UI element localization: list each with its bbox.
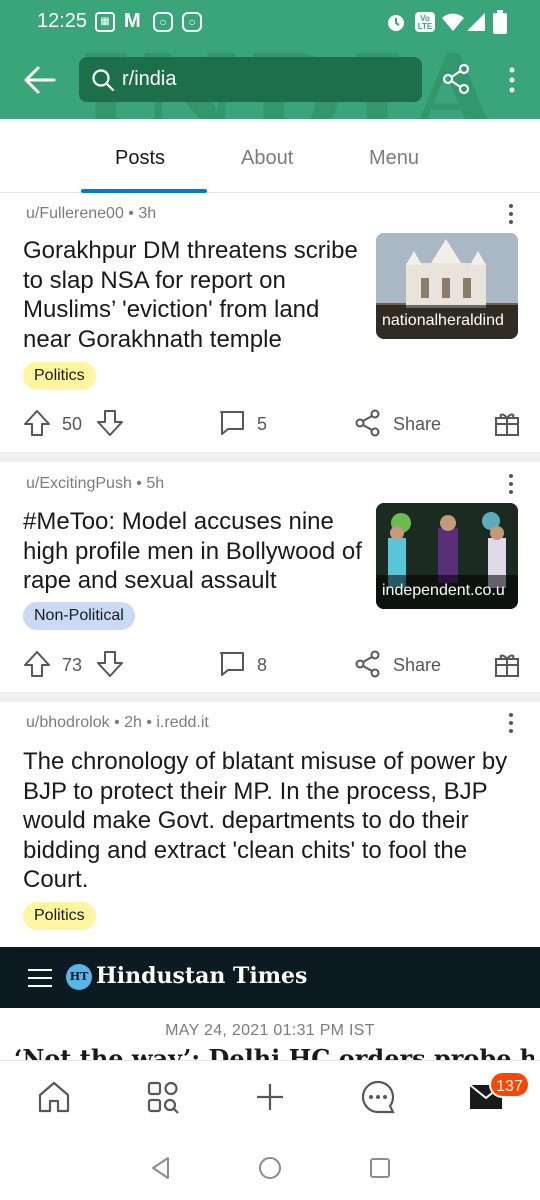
comment-icon[interactable] [218, 409, 246, 437]
post-title[interactable]: The chronology of blatant misuse of powe… [23, 747, 523, 895]
divider [0, 452, 540, 462]
subreddit-header: INDIA 12:25 ▦ M ○ ○ VoLTE r/india [0, 0, 540, 119]
communities-icon[interactable] [145, 1079, 181, 1115]
tab-about[interactable]: About [241, 147, 293, 170]
award-icon[interactable] [493, 409, 521, 437]
article-date: MAY 24, 2021 01:31 PM IST [165, 1022, 375, 1039]
home-icon[interactable] [36, 1079, 72, 1115]
share-label[interactable]: Share [393, 414, 441, 435]
post-card[interactable]: u/bhodrolok • 2h • i.redd.it The chronol… [0, 702, 540, 947]
search-text: r/india [122, 68, 177, 90]
status-bar: 12:25 ▦ M ○ ○ Vo LTE [0, 0, 540, 46]
post-card[interactable]: u/ExcitingPush • 5h #MeToo: Model accuse… [0, 462, 540, 692]
downvote-icon[interactable] [96, 650, 124, 678]
share-label[interactable]: Share [393, 655, 441, 676]
post-meta[interactable]: u/bhodrolok • 2h • i.redd.it [26, 714, 209, 732]
post-actions: 73 8 Share [0, 645, 540, 685]
post-actions: 50 5 Share [0, 404, 540, 444]
ht-logo-badge: HT [66, 964, 92, 990]
vote-count: 50 [62, 414, 83, 434]
post-meta[interactable]: u/ExcitingPush • 5h [26, 475, 164, 493]
post-flair[interactable]: Politics [23, 902, 96, 930]
comment-icon[interactable] [218, 650, 246, 678]
system-navigation [0, 1138, 540, 1200]
signal-icon [467, 13, 485, 31]
upvote-icon[interactable] [23, 409, 51, 437]
share-icon[interactable] [354, 409, 382, 437]
inbox-badge: 137 [489, 1071, 530, 1098]
post-title[interactable]: #MeToo: Model accuses nine high profile … [23, 507, 368, 596]
instagram-icon: ○ [182, 12, 202, 32]
tab-menu[interactable]: Menu [369, 147, 419, 170]
search-input[interactable]: r/india [79, 57, 422, 102]
thumbnail-domain: independent.co.u [376, 575, 518, 609]
status-time: 12:25 [37, 10, 88, 32]
volte-icon: Vo LTE [415, 12, 435, 32]
post-options-icon[interactable] [503, 712, 519, 734]
post-options-icon[interactable] [503, 473, 519, 495]
share-icon[interactable] [354, 650, 382, 678]
ht-logo-text: Hindustan Times [96, 963, 308, 989]
thumbnail-domain: nationalheraldind [376, 305, 518, 339]
create-post-icon[interactable] [252, 1079, 288, 1115]
back-icon[interactable] [148, 1155, 174, 1181]
comment-count[interactable]: 8 [257, 655, 267, 676]
upvote-icon[interactable] [23, 650, 51, 678]
comment-count[interactable]: 5 [257, 414, 267, 435]
subreddit-tabs: Posts About Menu [0, 119, 540, 193]
tab-posts[interactable]: Posts [115, 147, 165, 170]
downvote-icon[interactable] [96, 409, 124, 437]
gmail-icon: M [124, 10, 141, 32]
hamburger-menu-icon [28, 969, 52, 987]
post-thumbnail[interactable]: independent.co.u [376, 503, 518, 609]
post-flair[interactable]: Non-Political [23, 602, 135, 630]
bottom-navigation [0, 1060, 540, 1138]
post-meta[interactable]: u/Fullerene00 • 3h [26, 205, 156, 223]
recents-icon[interactable] [367, 1155, 393, 1181]
home-button-icon[interactable] [257, 1155, 283, 1181]
award-icon[interactable] [493, 650, 521, 678]
post-options-icon[interactable] [503, 203, 519, 225]
chat-icon[interactable] [360, 1079, 396, 1115]
post-card[interactable]: u/Fullerene00 • 3h Gorakhpur DM threaten… [0, 193, 540, 452]
calendar-icon: ▦ [95, 12, 115, 32]
post-title[interactable]: Gorakhpur DM threatens scribe to slap NS… [23, 236, 363, 354]
more-options-icon[interactable] [500, 66, 524, 94]
share-icon[interactable] [441, 63, 471, 95]
post-thumbnail[interactable]: nationalheraldind [376, 233, 518, 339]
wifi-icon [442, 13, 464, 31]
article-image-header[interactable]: HT Hindustan Times [0, 947, 540, 1008]
battery-icon [493, 10, 507, 34]
search-icon [92, 69, 115, 92]
instagram-icon: ○ [153, 12, 173, 32]
back-arrow-icon[interactable] [22, 62, 58, 98]
alarm-icon [388, 15, 404, 31]
article-headline: ‘Not the way’: Delhi HC orders probe by [14, 1044, 534, 1060]
divider [0, 692, 540, 702]
vote-count: 73 [62, 655, 83, 675]
post-flair[interactable]: Politics [23, 362, 96, 390]
